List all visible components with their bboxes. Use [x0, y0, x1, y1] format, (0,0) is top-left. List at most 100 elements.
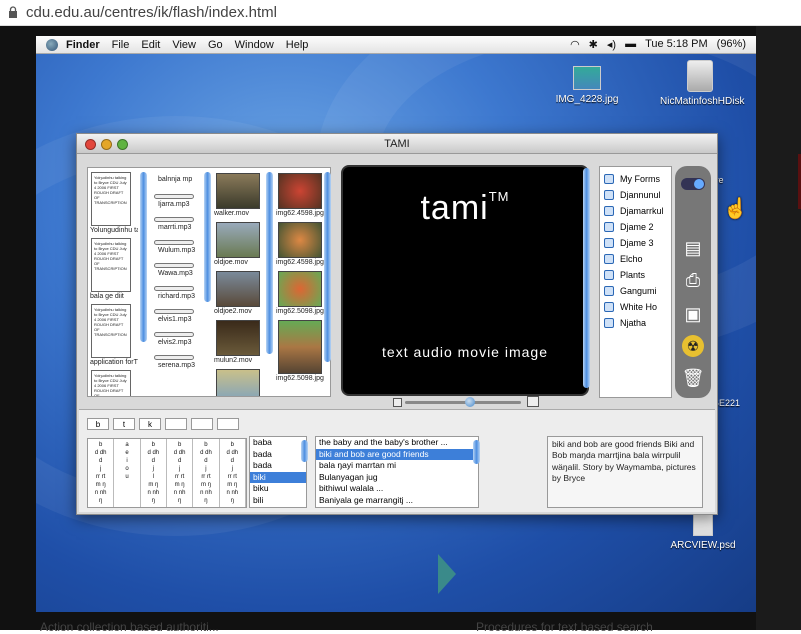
folder-item[interactable]: Djame 3 — [600, 235, 671, 251]
sentence-list[interactable]: the baby and the baby's brother ... biki … — [315, 436, 479, 508]
flag-icon[interactable]: ▬ — [625, 38, 636, 51]
movies-scrollbar[interactable] — [266, 172, 273, 354]
audio-item[interactable]: marrti.mp3 — [150, 215, 202, 238]
alphabet-letter[interactable]: b — [193, 441, 218, 449]
document-item[interactable]: Yolŋudinhu talking to Bryce CDU July 4 2… — [88, 370, 138, 396]
alphabet-letter[interactable]: d dh — [141, 449, 166, 457]
word-list-scrollbar[interactable] — [301, 440, 308, 462]
folder-item[interactable]: Elcho — [600, 251, 671, 267]
alphabet-letter[interactable]: o — [114, 465, 139, 473]
image-item[interactable]: img62.5098.jpg — [274, 320, 326, 382]
alphabet-letter[interactable]: e — [114, 449, 139, 457]
letter-box[interactable]: b — [87, 418, 109, 430]
list-item[interactable]: bili — [250, 495, 306, 507]
document-item[interactable]: Yolŋudinhu talking to Bryce CDU July 4 2… — [88, 238, 138, 300]
alphabet-letter[interactable]: b — [141, 441, 166, 449]
alphabet-letter[interactable]: l — [141, 473, 166, 481]
window-titlebar[interactable]: TAMI — [77, 134, 717, 154]
audio-item[interactable]: balnnja mp — [150, 168, 202, 192]
images-scrollbar[interactable] — [324, 172, 331, 362]
audio-item[interactable]: elvis1.mp3 — [150, 307, 202, 330]
folder-item[interactable]: White Ho — [600, 299, 671, 315]
alphabet-letter[interactable]: d — [88, 457, 113, 465]
trash-icon[interactable]: 🗑 — [680, 366, 706, 390]
folder-item[interactable]: Njatha — [600, 315, 671, 331]
size-slider[interactable] — [405, 397, 521, 407]
image-item[interactable]: img62.4598.jpg — [274, 222, 326, 266]
alphabet-letter[interactable]: n nh — [167, 489, 192, 497]
alphabet-letter[interactable]: b — [167, 441, 192, 449]
list-item[interactable]: biki — [250, 471, 306, 483]
movie-item[interactable]: walker.mov — [212, 173, 264, 217]
alphabet-letter[interactable]: j — [141, 465, 166, 473]
image-item[interactable]: img62.5098.jpg — [274, 271, 326, 315]
list-item[interactable]: Baniyala ge marrangitj ... — [316, 495, 478, 507]
minimize-icon[interactable] — [101, 139, 112, 150]
browser-url-bar[interactable]: cdu.edu.au/centres/ik/flash/index.html — [0, 0, 801, 26]
alphabet-letter[interactable]: m ŋ — [220, 481, 245, 489]
alphabet-letter[interactable]: n nh — [88, 489, 113, 497]
toggle-icon[interactable] — [680, 172, 706, 196]
player-scrollbar[interactable] — [583, 168, 590, 388]
audio-item[interactable]: Wawa.mp3 — [150, 261, 202, 284]
audio-item[interactable]: serena.mp3 — [150, 353, 202, 376]
alphabet-letter[interactable]: n nh — [141, 489, 166, 497]
audio-item[interactable]: Wulum.mp3 — [150, 238, 202, 261]
alphabet-letter[interactable]: ŋ — [88, 497, 113, 505]
image-item[interactable]: img62.4598.jpg — [274, 173, 326, 217]
zoom-icon[interactable] — [117, 139, 128, 150]
menu-file[interactable]: File — [112, 39, 130, 51]
media-player[interactable]: tamiTM text audio movie image — [341, 165, 589, 396]
alphabet-letter[interactable]: b — [88, 441, 113, 449]
clock[interactable]: Tue 5:18 PM — [645, 38, 708, 51]
list-item[interactable]: Bulanyagan jug — [316, 472, 478, 484]
alphabet-letter[interactable]: m ŋ — [167, 481, 192, 489]
alphabet-letter[interactable]: rr rt — [193, 473, 218, 481]
alphabet-letter[interactable]: d dh — [220, 449, 245, 457]
alphabet-letter[interactable]: rr rt — [167, 473, 192, 481]
word-list[interactable]: baba bada bada biki biku bili — [249, 436, 307, 508]
printer-icon[interactable]: ⎙ — [680, 268, 706, 292]
list-item[interactable]: bithiwul walala ... — [316, 483, 478, 495]
alphabet-letter[interactable]: a — [114, 441, 139, 449]
documents-scrollbar[interactable] — [140, 172, 147, 342]
bluetooth-icon[interactable]: ✱ — [589, 38, 598, 51]
menu-edit[interactable]: Edit — [141, 39, 160, 51]
document-item[interactable]: Yolŋudinhu talking to Bryce CDU July 4 2… — [88, 172, 138, 234]
sentence-list-scrollbar[interactable] — [473, 440, 480, 464]
alphabet-letter[interactable]: j — [193, 465, 218, 473]
list-item[interactable]: the baby and the baby's brother ... — [316, 437, 478, 449]
folder-item[interactable]: Djamarrkul — [600, 203, 671, 219]
slider-knob[interactable] — [465, 397, 475, 407]
wifi-icon[interactable]: ◠ — [570, 38, 580, 51]
letter-box[interactable] — [217, 418, 239, 430]
list-item[interactable]: bada — [250, 460, 306, 472]
alphabet-letter[interactable]: m ŋ — [193, 481, 218, 489]
movie-item[interactable]: mulun2.mov — [212, 320, 264, 364]
alphabet-column[interactable]: bd dh d j l m ŋn nh ŋ — [141, 439, 167, 507]
list-item[interactable]: bada — [250, 449, 306, 461]
movie-item[interactable] — [212, 369, 264, 396]
desktop-icon-image[interactable]: IMG_4228.jpg — [552, 66, 622, 105]
audio-item[interactable]: richard.mp3 — [150, 284, 202, 307]
folder-item[interactable]: Gangumi — [600, 283, 671, 299]
alphabet-letter[interactable]: b — [220, 441, 245, 449]
close-icon[interactable] — [85, 139, 96, 150]
menu-go[interactable]: Go — [208, 39, 223, 51]
menu-window[interactable]: Window — [235, 39, 274, 51]
folder-item[interactable]: My Forms — [600, 171, 671, 187]
menu-finder[interactable]: Finder — [66, 39, 100, 51]
slides-icon[interactable]: ▣ — [680, 302, 706, 326]
alphabet-letter[interactable]: d dh — [88, 449, 113, 457]
radiation-icon[interactable]: ☢ — [680, 334, 706, 358]
alphabet-letter[interactable]: i — [114, 457, 139, 465]
menu-help[interactable]: Help — [286, 39, 309, 51]
alphabet-column[interactable]: bd dh d j rr rt m ŋn nh ŋ — [193, 439, 220, 507]
alphabet-letter[interactable]: j — [167, 465, 192, 473]
folder-item[interactable]: Plants — [600, 267, 671, 283]
desktop-icon-psd[interactable]: ARCVIEW.psd — [668, 510, 738, 551]
alphabet-column[interactable]: bd dh d j rr rt m ŋn nh ŋ — [167, 439, 194, 507]
alphabet-letter[interactable]: rr rt — [220, 473, 245, 481]
desktop-icon-hard-disk[interactable]: NicMatinfoshHDisk — [660, 60, 744, 107]
letter-box[interactable]: t — [113, 418, 135, 430]
